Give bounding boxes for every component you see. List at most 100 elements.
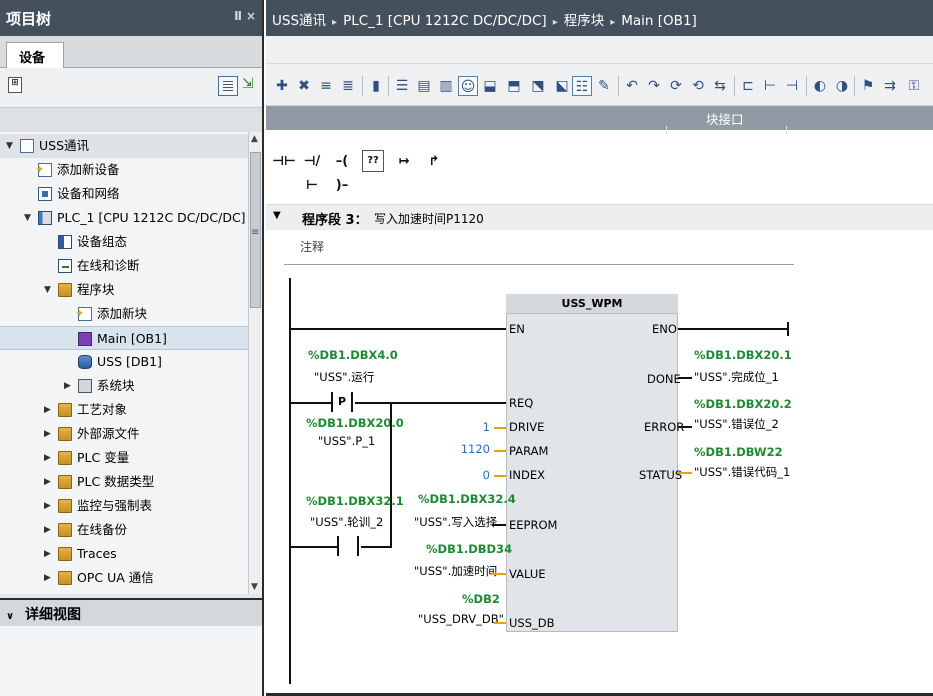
contact-3-address[interactable]: %DB1.DBX32.1 xyxy=(306,494,404,508)
status-address[interactable]: %DB1.DBW22 xyxy=(694,445,783,459)
collapse-arrow-icon[interactable]: ▶ xyxy=(44,518,51,542)
step-icon[interactable]: ⇉ xyxy=(880,76,900,96)
display-icon[interactable]: ▥ xyxy=(436,76,456,96)
insert-row-icon[interactable]: ≡ xyxy=(316,76,336,96)
coil-icon[interactable]: –( )– xyxy=(330,150,354,193)
drive-value[interactable]: 1 xyxy=(446,420,490,434)
collapse-arrow-icon[interactable]: ▶ xyxy=(64,374,71,398)
insert-network-icon[interactable]: ✚ xyxy=(272,76,292,96)
tree-item[interactable]: ▶ 外部源文件 xyxy=(0,422,248,446)
tree-item[interactable]: ▶ PLC 变量 xyxy=(0,446,248,470)
add-row-icon[interactable]: ≣ xyxy=(338,76,358,96)
no-contact[interactable] xyxy=(337,536,359,556)
nc-contact-icon[interactable]: ⊣/⊢ xyxy=(300,150,324,193)
tree-item[interactable]: ▶ PLC 数据类型 xyxy=(0,470,248,494)
contact-3-symbol[interactable]: "USS".轮训_2 xyxy=(310,514,383,530)
collapse-arrow-icon[interactable]: ▶ xyxy=(44,566,51,590)
breadcrumb-plc[interactable]: PLC_1 [CPU 1212C DC/DC/DC] xyxy=(343,13,547,29)
done-address[interactable]: %DB1.DBX20.1 xyxy=(694,348,792,362)
open-all-icon[interactable]: ⬓ xyxy=(480,76,500,96)
collapse-arrow-icon[interactable]: ▶ xyxy=(44,398,51,422)
value-symbol[interactable]: "USS".加速时间 xyxy=(414,563,497,579)
collapse-arrow-icon[interactable]: ▶ xyxy=(44,494,51,518)
value-address[interactable]: %DB1.DBD34 xyxy=(426,542,512,556)
tree-item[interactable]: 设备和网络 xyxy=(0,182,248,206)
list-view-icon[interactable]: ☷ xyxy=(572,76,592,96)
expand-arrow-icon[interactable]: ▼ xyxy=(24,206,31,230)
tree-item[interactable]: ▶ OPC UA 通信 xyxy=(0,566,248,590)
absolute-address-icon[interactable]: ☰ xyxy=(392,76,412,96)
close-all-icon[interactable]: ⬒ xyxy=(504,76,524,96)
tree-item[interactable]: ▶ 系统块 xyxy=(0,374,248,398)
uss-wpm-block[interactable] xyxy=(506,294,678,632)
error-symbol[interactable]: "USS".错误位_2 xyxy=(694,416,779,432)
tree-item[interactable]: USS [DB1] xyxy=(0,350,248,374)
detail-view-header[interactable]: ∨ 详细视图 xyxy=(0,598,262,626)
tree-item[interactable]: 在线和诊断 xyxy=(0,254,248,278)
compare-icon[interactable]: ⇆ xyxy=(710,76,730,96)
expand-arrow-icon[interactable]: ▼ xyxy=(44,278,51,302)
tab-devices[interactable]: 设备 xyxy=(6,42,64,69)
close-branch-fav-icon[interactable]: ↱ xyxy=(422,150,446,174)
done-symbol[interactable]: "USS".完成位_1 xyxy=(694,369,779,385)
network-open-icon[interactable]: ⬔ xyxy=(528,76,548,96)
tree-item[interactable]: ▶ 工艺对象 xyxy=(0,398,248,422)
eeprom-address[interactable]: %DB1.DBX32.4 xyxy=(418,492,516,506)
insert-box-icon[interactable]: ⊏ xyxy=(738,76,758,96)
tree-item[interactable]: Main [OB1] xyxy=(0,326,248,350)
breadcrumb-blocks[interactable]: 程序块 xyxy=(564,13,605,29)
tree-item[interactable]: ▶ 监控与强制表 xyxy=(0,494,248,518)
monitoring-off-icon[interactable]: ◑ xyxy=(832,76,852,96)
monitoring-on-icon[interactable]: ◐ xyxy=(810,76,830,96)
lock-icon[interactable]: ⚿ xyxy=(904,76,924,96)
status-symbol[interactable]: "USS".错误代码_1 xyxy=(694,464,790,480)
delete-network-icon[interactable]: ✖ xyxy=(294,76,314,96)
open-branch-icon[interactable]: ⊢ xyxy=(760,76,780,96)
tree-item[interactable]: 添加新设备 xyxy=(0,158,248,182)
network-header[interactable]: ▼ 程序段 3： 写入加速时间P1120 xyxy=(266,204,933,230)
tree-item[interactable]: 设备组态 xyxy=(0,230,248,254)
network-comment[interactable]: 注释 xyxy=(300,238,324,255)
collapse-arrow-icon[interactable]: ▶ xyxy=(44,422,51,446)
tree-scrollbar[interactable]: ▲ ≡ ▼ xyxy=(248,132,262,594)
eeprom-symbol[interactable]: "USS".写入选择 xyxy=(414,514,497,530)
tree-item[interactable]: 添加新块 xyxy=(0,302,248,326)
contact-2-symbol[interactable]: "USS".P_1 xyxy=(318,434,375,448)
positive-edge-contact[interactable]: P xyxy=(331,392,353,412)
error-address[interactable]: %DB1.DBX20.2 xyxy=(694,397,792,411)
close-branch-icon[interactable]: ⊣ xyxy=(782,76,802,96)
tree-item[interactable]: ▼ USS通讯 xyxy=(0,134,248,158)
reset-start-icon[interactable]: ▮ xyxy=(366,76,386,96)
empty-box-icon[interactable]: ?? xyxy=(362,150,384,172)
network-name[interactable]: 写入加速时间P1120 xyxy=(374,210,484,227)
block-update-icon[interactable]: ⟲ xyxy=(688,76,708,96)
tree-item[interactable]: ▼ 程序块 xyxy=(0,278,248,302)
tree-item[interactable]: ▶ 在线备份 xyxy=(0,518,248,542)
param-value[interactable]: 1120 xyxy=(446,442,490,456)
index-value[interactable]: 0 xyxy=(446,468,490,482)
chevron-down-icon[interactable]: ▼ xyxy=(273,210,281,221)
chevron-down-icon[interactable]: ∨ xyxy=(6,611,14,622)
breakpoint-icon[interactable]: ⚑ xyxy=(858,76,878,96)
close-icon[interactable]: × xyxy=(246,9,256,23)
contact-1-address[interactable]: %DB1.DBX4.0 xyxy=(308,348,398,362)
collapse-arrow-icon[interactable]: ▶ xyxy=(44,542,51,566)
favorites-icon[interactable]: ▤ xyxy=(414,76,434,96)
scroll-up-icon[interactable]: ▲ xyxy=(251,134,258,144)
tree-item[interactable]: ▶ Traces xyxy=(0,542,248,566)
update-call-icon[interactable]: ⟳ xyxy=(666,76,686,96)
collapse-arrow-icon[interactable]: ▶ xyxy=(44,446,51,470)
comments-icon[interactable]: ☺ xyxy=(458,76,478,96)
expand-arrow-icon[interactable]: ▼ xyxy=(6,134,13,158)
open-branch-fav-icon[interactable]: ↦ xyxy=(392,150,416,174)
pin-icon[interactable]: Ⅱ xyxy=(234,9,242,23)
uss-db-symbol[interactable]: "USS_DRV_DB" xyxy=(418,612,504,626)
overview-icon[interactable] xyxy=(218,76,238,96)
highlight-icon[interactable]: ✎ xyxy=(594,76,614,96)
breadcrumb-project[interactable]: USS通讯 xyxy=(272,13,326,29)
no-contact-icon[interactable]: ⊣⊢ xyxy=(272,150,296,174)
uss-db-address[interactable]: %DB2 xyxy=(462,592,500,606)
go-to-error-prev-icon[interactable]: ↶ xyxy=(622,76,642,96)
export-icon[interactable]: ⇲ xyxy=(242,76,258,96)
breadcrumb-main[interactable]: Main [OB1] xyxy=(621,13,697,29)
